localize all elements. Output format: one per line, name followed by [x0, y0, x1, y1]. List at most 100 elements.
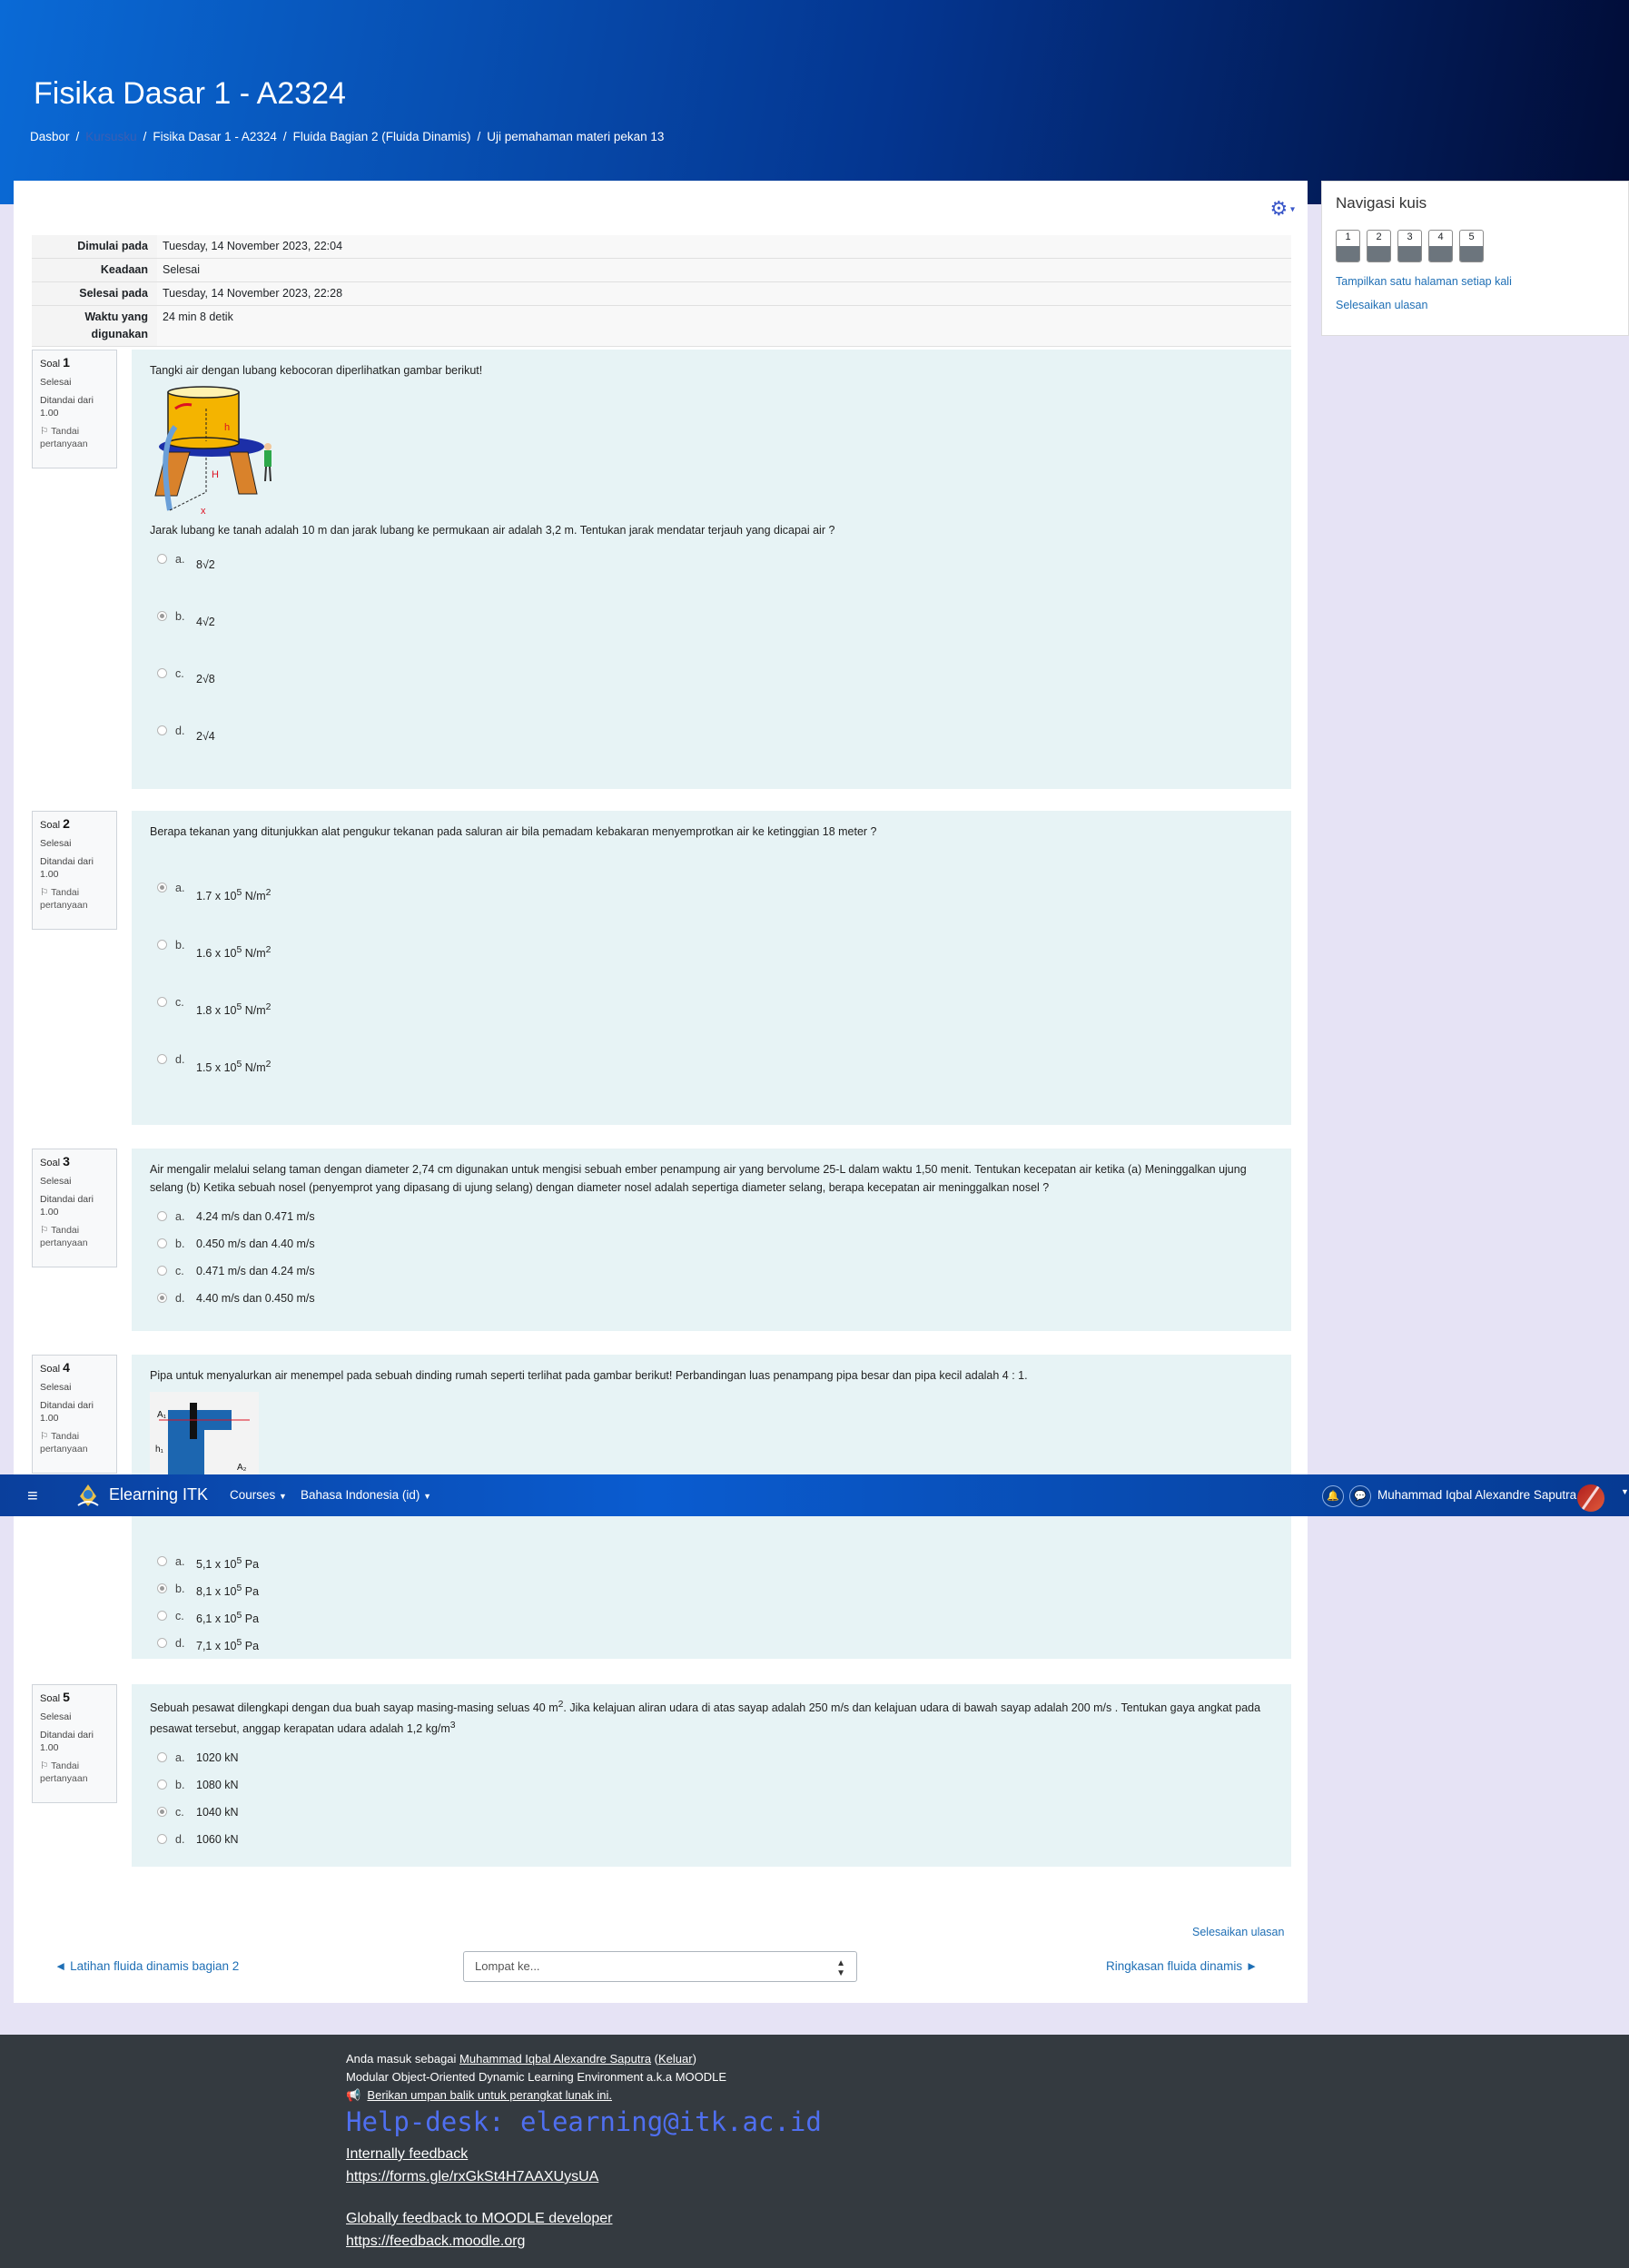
question-info-4: Soal 4 Selesai Ditandai dari 1.00 ⚐ Tand…	[32, 1355, 117, 1474]
finish-review-link[interactable]: Selesaikan ulasan	[1192, 1926, 1284, 1938]
question-status: Selesai	[40, 1176, 72, 1187]
answer-option-a[interactable]: a. 4.24 m/s dan 0.471 m/s	[150, 1208, 1273, 1235]
breadcrumb-quiz[interactable]: Uji pemahaman materi pekan 13	[487, 130, 664, 143]
flag-question[interactable]: ⚐ Tandai pertanyaan	[40, 1430, 109, 1455]
global-feedback-title[interactable]: Globally feedback to MOODLE developer	[346, 2211, 612, 2227]
radio-button[interactable]	[157, 1266, 167, 1276]
bell-icon[interactable]: 🔔	[1322, 1485, 1344, 1507]
answer-option-a[interactable]: a. 8√2	[150, 550, 1273, 607]
radio-button[interactable]	[157, 883, 167, 892]
summary-label: Waktu yang digunakan	[32, 305, 157, 347]
radio-button[interactable]	[157, 940, 167, 950]
user-menu-name[interactable]: Muhammad Iqbal Alexandre Saputra	[1377, 1488, 1576, 1502]
courses-menu[interactable]: Courses ▼	[230, 1488, 287, 1502]
answer-option-a[interactable]: a. 1.7 x 105 N/m2	[150, 879, 1273, 936]
answer-option-d[interactable]: d. 2√4	[150, 722, 1273, 779]
quiz-nav-button-1[interactable]: 1	[1336, 230, 1360, 262]
flag-question[interactable]: ⚐ Tandai pertanyaan	[40, 1224, 109, 1249]
answer-option-d[interactable]: d. 7,1 x 105 Pa	[150, 1634, 259, 1662]
radio-button[interactable]	[157, 1054, 167, 1064]
breadcrumb-dasbor[interactable]: Dasbor	[30, 130, 70, 143]
breadcrumb-section[interactable]: Fluida Bagian 2 (Fluida Dinamis)	[293, 130, 471, 143]
answer-option-c[interactable]: c. 1040 kN	[150, 1803, 1273, 1830]
show-one-page-link[interactable]: Tampilkan satu halaman setiap kali	[1336, 275, 1512, 288]
radio-button[interactable]	[157, 1583, 167, 1593]
next-activity-link[interactable]: Ringkasan fluida dinamis ►	[1106, 1959, 1258, 1973]
quiz-nav-button-3[interactable]: 3	[1397, 230, 1422, 262]
flag-question[interactable]: ⚐ Tandai pertanyaan	[40, 1760, 109, 1785]
svg-text:x: x	[201, 506, 206, 517]
answer-option-b[interactable]: b. 4√2	[150, 607, 1273, 665]
question-info-1: Soal 1 Selesai Ditandai dari 1.00 ⚐ Tand…	[32, 350, 117, 468]
question-mark: Ditandai dari 1.00	[40, 1400, 94, 1424]
message-icon[interactable]: 💬	[1349, 1485, 1371, 1507]
question-status: Selesai	[40, 1711, 72, 1722]
answer-option-c[interactable]: c. 2√8	[150, 665, 1273, 722]
radio-button[interactable]	[157, 1752, 167, 1763]
footer-moodle-text: Modular Object-Oriented Dynamic Learning…	[346, 2070, 727, 2084]
internal-feedback-title[interactable]: Internally feedback	[346, 2146, 468, 2163]
radio-button[interactable]	[157, 1780, 167, 1790]
radio-button[interactable]	[157, 611, 167, 621]
global-feedback-url[interactable]: https://feedback.moodle.org	[346, 2233, 525, 2250]
summary-label: Dimulai pada	[32, 235, 157, 259]
answer-option-c[interactable]: c. 0.471 m/s dan 4.24 m/s	[150, 1262, 1273, 1289]
quiz-nav-button-5[interactable]: 5	[1459, 230, 1484, 262]
answer-option-c[interactable]: c. 6,1 x 105 Pa	[150, 1607, 259, 1634]
chevron-down-icon: ▼	[279, 1492, 287, 1501]
radio-button[interactable]	[157, 1638, 167, 1648]
quiz-nav-button-4[interactable]: 4	[1428, 230, 1453, 262]
attempt-summary-table: Dimulai pada Tuesday, 14 November 2023, 2…	[32, 235, 1291, 347]
gear-icon[interactable]: ⚙ ▾	[1269, 197, 1295, 221]
radio-button[interactable]	[157, 725, 167, 735]
internal-feedback-url[interactable]: https://forms.gle/rxGkSt4H7AAXUysUA	[346, 2169, 598, 2185]
summary-value: Selesai	[157, 258, 1291, 282]
radio-button[interactable]	[157, 1611, 167, 1621]
answer-option-a[interactable]: a. 1020 kN	[150, 1749, 1273, 1776]
answer-option-d[interactable]: d. 4.40 m/s dan 0.450 m/s	[150, 1289, 1273, 1316]
breadcrumb-course[interactable]: Fisika Dasar 1 - A2324	[153, 130, 277, 143]
radio-button[interactable]	[157, 997, 167, 1007]
answer-option-b[interactable]: b. 1.6 x 105 N/m2	[150, 936, 1273, 993]
page-header: Fisika Dasar 1 - A2324 Dasbor / Kursusku / F…	[0, 0, 1629, 204]
radio-button[interactable]	[157, 554, 167, 564]
tank-figure: h H x	[154, 386, 272, 517]
radio-button[interactable]	[157, 1211, 167, 1221]
summary-value: Tuesday, 14 November 2023, 22:04	[157, 235, 1291, 259]
footer-user-link[interactable]: Muhammad Iqbal Alexandre Saputra	[459, 2052, 651, 2066]
answer-option-c[interactable]: c. 1.8 x 105 N/m2	[150, 993, 1273, 1050]
radio-button[interactable]	[157, 1556, 167, 1566]
radio-button[interactable]	[157, 1807, 167, 1818]
radio-button[interactable]	[157, 1293, 167, 1303]
prev-activity-link[interactable]: ◄ Latihan fluida dinamis bagian 2	[54, 1959, 239, 1973]
answer-option-d[interactable]: d. 1.5 x 105 N/m2	[150, 1050, 1273, 1108]
answer-option-d[interactable]: d. 1060 kN	[150, 1830, 1273, 1858]
quiz-nav-button-2[interactable]: 2	[1367, 230, 1391, 262]
site-brand[interactable]: Elearning ITK	[109, 1485, 208, 1504]
answer-option-b[interactable]: b. 8,1 x 105 Pa	[150, 1580, 259, 1607]
flag-icon: ⚐	[40, 1431, 49, 1442]
finish-review-link[interactable]: Selesaikan ulasan	[1336, 299, 1427, 311]
helpdesk-text: Help-desk: elearning@itk.ac.id	[346, 2106, 822, 2137]
radio-button[interactable]	[157, 1238, 167, 1248]
question-content-3: Air mengalir melalui selang taman dengan…	[132, 1149, 1291, 1331]
logout-link[interactable]: Keluar	[658, 2052, 693, 2066]
radio-button[interactable]	[157, 668, 167, 678]
menu-icon[interactable]: ≡	[27, 1486, 38, 1507]
avatar[interactable]	[1577, 1484, 1604, 1512]
answer-option-b[interactable]: b. 0.450 m/s dan 4.40 m/s	[150, 1235, 1273, 1262]
answer-option-a[interactable]: a. 5,1 x 105 Pa	[150, 1553, 259, 1580]
radio-button[interactable]	[157, 1834, 167, 1845]
jump-to-select[interactable]: Lompat ke... ▲ ▼	[463, 1951, 857, 1982]
language-menu[interactable]: Bahasa Indonesia (id) ▼	[301, 1488, 431, 1502]
answer-option-b[interactable]: b. 1080 kN	[150, 1776, 1273, 1803]
breadcrumb-kursusku[interactable]: Kursusku	[85, 130, 136, 143]
feedback-link[interactable]: Berikan umpan balik untuk perangkat luna…	[367, 2088, 612, 2102]
page-title: Fisika Dasar 1 - A2324	[34, 76, 346, 111]
question-text: Tangki air dengan lubang kebocoran diper…	[150, 364, 483, 377]
question-text: Pipa untuk menyalurkan air menempel pada…	[150, 1369, 1028, 1382]
flag-question[interactable]: ⚐ Tandai pertanyaan	[40, 425, 109, 450]
flag-question[interactable]: ⚐ Tandai pertanyaan	[40, 886, 109, 912]
summary-label: Keadaan	[32, 258, 157, 282]
chevron-down-icon[interactable]: ▼	[1621, 1487, 1629, 1496]
